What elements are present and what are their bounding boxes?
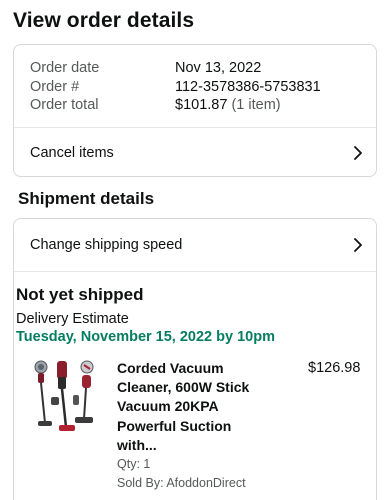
- order-total-amount: $101.87: [175, 97, 228, 113]
- cancel-items-button[interactable]: Cancel items: [14, 128, 376, 177]
- product-quantity: Qty: 1: [117, 457, 151, 471]
- delivery-estimate-label: Delivery Estimate: [16, 311, 129, 327]
- order-total-value: $101.87 (1 item): [175, 96, 281, 114]
- delivery-estimate-date: Tuesday, November 15, 2022 by 10pm: [16, 329, 275, 345]
- order-total-item-count: (1 item): [231, 97, 281, 113]
- cancel-items-label: Cancel items: [30, 144, 114, 161]
- order-date-value: Nov 13, 2022: [175, 60, 262, 76]
- chevron-right-icon: [354, 145, 362, 160]
- order-summary-card: Order date Nov 13, 2022 Order # 112-3578…: [13, 44, 377, 177]
- vacuum-product-image[interactable]: [29, 357, 101, 435]
- order-date-label: Order date: [30, 60, 100, 76]
- order-number-label: Order #: [30, 79, 80, 95]
- change-shipping-speed-button[interactable]: Change shipping speed: [14, 219, 376, 271]
- shipment-divider: [14, 271, 376, 272]
- shipment-status: Not yet shipped: [16, 285, 144, 304]
- order-number-value: 112-3578386-5753831: [175, 79, 321, 95]
- shipment-section-title: Shipment details: [18, 189, 155, 208]
- page-title: View order details: [13, 9, 195, 32]
- chevron-right-icon: [354, 238, 362, 252]
- order-total-label: Order total: [30, 97, 99, 113]
- order-details-page: View order details Order date Nov 13, 20…: [0, 0, 392, 500]
- product-price: $126.98: [308, 360, 361, 376]
- change-shipping-speed-label: Change shipping speed: [30, 237, 183, 253]
- product-title-link[interactable]: Corded Vacuum Cleaner, 600W Stick Vacuum…: [117, 359, 267, 455]
- product-seller: Sold By: AfoddonDirect: [117, 476, 246, 490]
